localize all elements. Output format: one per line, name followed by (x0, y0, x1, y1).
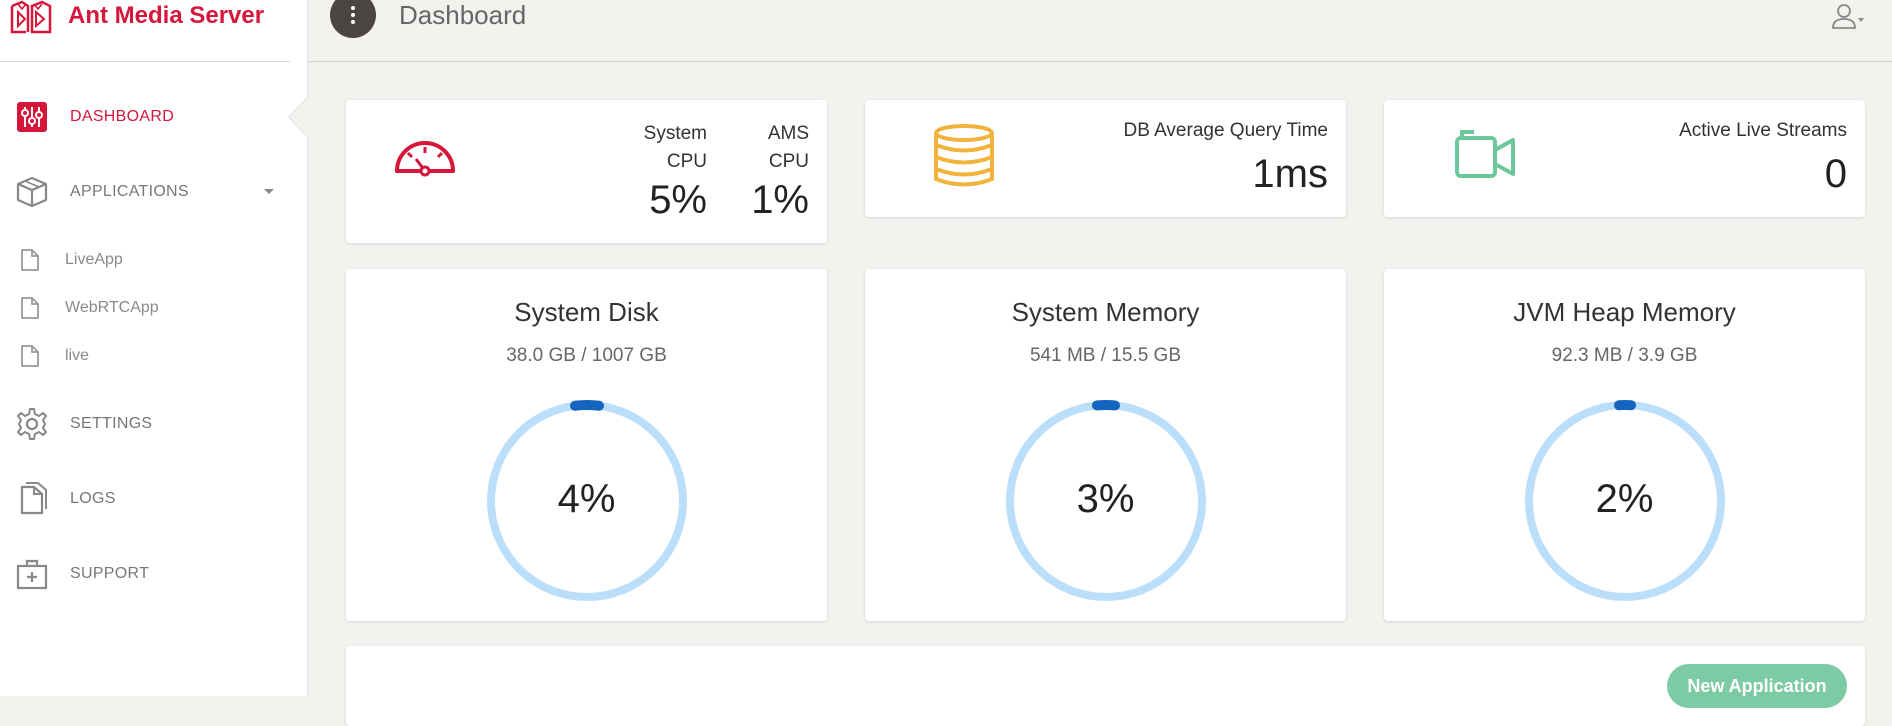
applications-card (346, 646, 1865, 726)
sidebar-item-settings[interactable]: SETTINGS (0, 399, 308, 449)
sidebar: Ant Media Server DASHBOARD APPLICATIONS (0, 0, 308, 696)
gauge-percent: 4% (346, 477, 827, 522)
vertical-dots-icon (351, 6, 355, 24)
gauge-usage: 541 MB / 15.5 GB (865, 345, 1346, 367)
database-icon (931, 124, 997, 188)
ams-cpu-value: 1% (751, 178, 809, 223)
gauge-usage: 38.0 GB / 1007 GB (346, 345, 827, 367)
sidebar-item-dashboard[interactable]: DASHBOARD (0, 92, 308, 142)
sidebar-item-label: LOGS (70, 490, 116, 508)
menu-button[interactable] (330, 0, 376, 38)
gauge-title: JVM Heap Memory (1384, 297, 1865, 328)
gauge-title: System Disk (346, 297, 827, 328)
ant-media-logo-icon (8, 0, 54, 34)
jvm-heap-card: JVM Heap Memory 92.3 MB / 3.9 GB 2% (1384, 269, 1865, 621)
gauge-usage: 92.3 MB / 3.9 GB (1384, 345, 1865, 367)
speedometer-icon (392, 133, 458, 177)
sidebar-item-label: APPLICATIONS (70, 183, 189, 201)
header: Dashboard (308, 0, 1892, 62)
sidebar-item-label: SETTINGS (70, 415, 152, 433)
sidebar-item-logs[interactable]: LOGS (0, 474, 308, 524)
system-memory-card: System Memory 541 MB / 15.5 GB 3% (865, 269, 1346, 621)
sliders-icon (14, 99, 50, 135)
brand: Ant Media Server (0, 0, 290, 62)
first-aid-icon (14, 556, 50, 592)
sidebar-app-liveapp[interactable]: LiveApp (0, 240, 308, 280)
live-streams-card: Active Live Streams 0 (1384, 100, 1865, 217)
sidebar-app-webrtcapp[interactable]: WebRTCApp (0, 288, 308, 328)
gauge-title: System Memory (865, 297, 1346, 328)
gauge-percent: 3% (865, 477, 1346, 522)
new-application-button[interactable]: New Application (1667, 664, 1847, 708)
chevron-down-icon[interactable] (264, 189, 274, 194)
system-cpu-label: System CPU (644, 120, 707, 176)
db-query-card: DB Average Query Time 1ms (865, 100, 1346, 217)
gauge-fill (575, 405, 599, 406)
ams-cpu-label: AMS CPU (768, 120, 809, 176)
sidebar-item-support[interactable]: SUPPORT (0, 549, 308, 599)
system-cpu-value: 5% (649, 178, 707, 223)
cube-icon (14, 174, 50, 210)
sidebar-item-label: SUPPORT (70, 565, 149, 583)
cpu-card: System CPU 5% AMS CPU 1% (346, 100, 827, 243)
live-streams-value: 0 (1825, 152, 1847, 197)
sidebar-item-applications[interactable]: APPLICATIONS (0, 167, 308, 217)
documents-icon (14, 481, 50, 517)
file-icon (20, 248, 40, 272)
sidebar-app-label: live (65, 347, 89, 365)
file-icon (20, 296, 40, 320)
gauge-percent: 2% (1384, 477, 1865, 522)
video-camera-icon (1452, 128, 1518, 182)
system-disk-card: System Disk 38.0 GB / 1007 GB 4% (346, 269, 827, 621)
sidebar-item-label: DASHBOARD (70, 108, 174, 126)
sidebar-app-label: WebRTCApp (65, 299, 159, 317)
page-title: Dashboard (399, 0, 526, 31)
gear-icon (14, 406, 50, 442)
file-icon (20, 344, 40, 368)
user-icon[interactable] (1830, 2, 1866, 32)
live-streams-title: Active Live Streams (1679, 120, 1847, 142)
brand-name: Ant Media Server (68, 2, 264, 30)
sidebar-app-live[interactable]: live (0, 336, 308, 376)
db-query-value: 1ms (1252, 152, 1328, 197)
db-query-title: DB Average Query Time (1123, 120, 1328, 142)
sidebar-app-label: LiveApp (65, 251, 123, 269)
